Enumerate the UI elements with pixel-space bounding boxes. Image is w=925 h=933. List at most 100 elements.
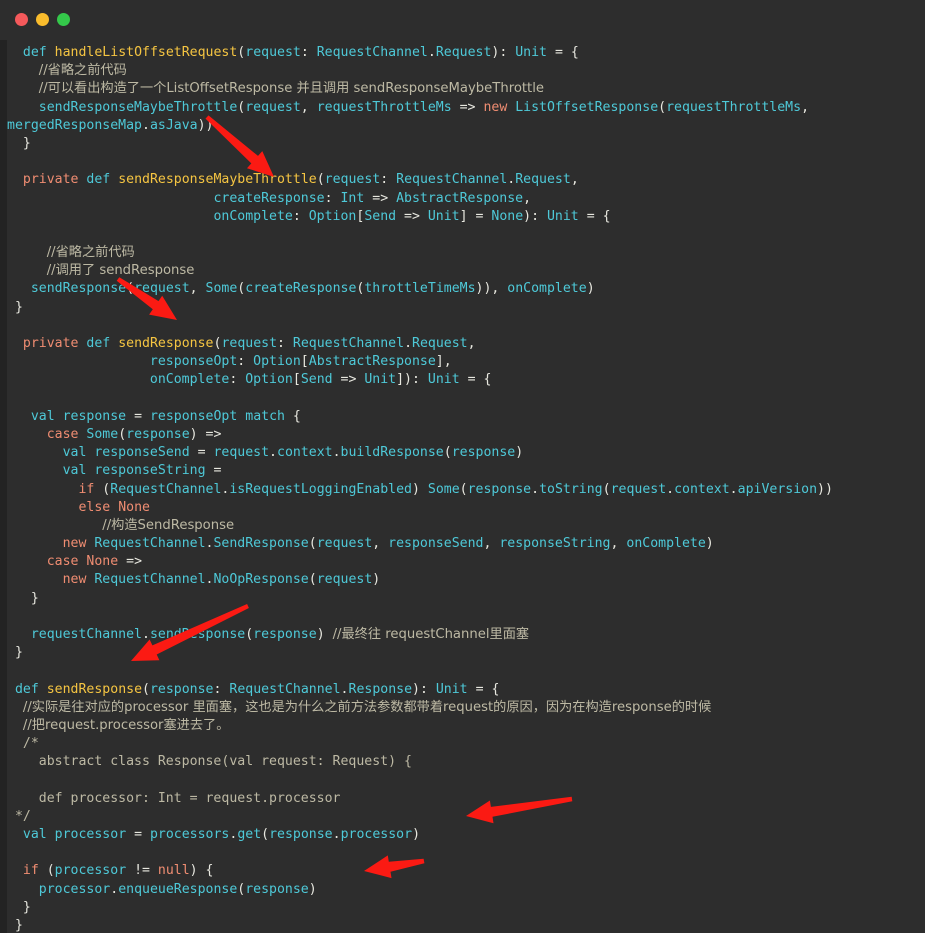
code-token: ListOffsetResponse xyxy=(515,99,659,115)
code-token: private xyxy=(22,336,79,351)
code-token: apiVersion xyxy=(737,481,818,497)
code-token: new xyxy=(62,536,87,552)
code-token: ): xyxy=(523,208,547,224)
code-token: processor xyxy=(54,827,127,843)
code-token: } xyxy=(30,590,39,606)
code-token: ( xyxy=(658,99,667,115)
code-token: Unit xyxy=(435,681,468,697)
code-token: ( xyxy=(126,281,135,297)
code-token: . xyxy=(141,627,150,642)
code-token: Request xyxy=(412,336,468,351)
code-token: } xyxy=(22,135,31,151)
code-token: requestChannel xyxy=(30,627,142,642)
code-token: ): xyxy=(412,681,436,697)
code-line: //省略之前代码 xyxy=(7,244,925,262)
maximize-icon[interactable] xyxy=(57,13,70,26)
code-token: None xyxy=(86,554,119,570)
window-titlebar[interactable] xyxy=(0,0,925,40)
code-token: Unit xyxy=(546,208,579,224)
code-token: createResponse xyxy=(213,190,325,206)
code-token: ) xyxy=(705,536,714,552)
code-token: new xyxy=(62,572,87,588)
code-token: AbstractResponse xyxy=(308,354,436,370)
code-token: : xyxy=(213,681,230,697)
code-line: sendResponse(request, Some(createRespons… xyxy=(7,280,925,298)
code-token: Response xyxy=(348,681,413,697)
code-token: case xyxy=(46,554,79,570)
code-token: requestThrottleMs xyxy=(316,99,452,115)
code-line: //调用了 sendResponse xyxy=(7,262,925,280)
code-token: abstract class Response(val request: Req… xyxy=(38,754,412,770)
code-line: onComplete: Option[Send => Unit]): Unit … xyxy=(7,371,925,389)
code-token: case xyxy=(46,426,79,442)
code-token: //实际是往对应的processor 里面塞，这也是为什么之前方法参数都带着re… xyxy=(22,699,712,715)
code-token: ( xyxy=(308,572,317,588)
code-line: else None xyxy=(7,499,925,517)
code-token: => xyxy=(364,190,397,206)
code-token: val xyxy=(62,463,87,479)
code-token: = xyxy=(126,827,150,843)
code-token: Some xyxy=(205,281,238,297)
code-token: ] = xyxy=(459,208,492,224)
code-token: , xyxy=(467,336,476,351)
code-line: } xyxy=(7,917,925,933)
code-token: ]): xyxy=(396,372,428,388)
code-token: [ xyxy=(292,372,301,388)
code-line: createResponse: Int => AbstractResponse, xyxy=(7,190,925,208)
code-token: Unit xyxy=(427,372,460,388)
code-block[interactable]: def handleListOffsetRequest(request: Req… xyxy=(7,44,925,933)
code-token: processor xyxy=(38,881,111,897)
code-token: response xyxy=(451,445,516,461)
code-token: ( xyxy=(308,536,317,552)
code-token: */ xyxy=(14,808,31,824)
code-token: SendResponse xyxy=(213,536,309,552)
code-line: val responseString = xyxy=(7,462,925,480)
code-line: mergedResponseMap.asJava)) xyxy=(7,117,925,135)
code-token: = { xyxy=(459,372,492,388)
code-line: sendResponseMaybeThrottle (request, reque… xyxy=(7,99,925,117)
code-line: val processor = processors.get(response.… xyxy=(7,826,925,844)
code-token: , xyxy=(570,172,579,188)
code-token: . xyxy=(340,681,349,697)
code-token: ( xyxy=(142,681,150,697)
code-token: //可以看出构造了一个ListOffsetResponse 并且调用 sendR… xyxy=(38,81,545,97)
code-token: response xyxy=(126,426,190,442)
code-token: toString xyxy=(539,481,603,497)
code-token: Send xyxy=(364,208,397,224)
code-token: Option xyxy=(253,354,301,370)
code-line: private def sendResponse(request: Reques… xyxy=(7,335,925,353)
code-token: //把request.processor塞进去了。 xyxy=(22,717,230,733)
code-token: : xyxy=(324,190,341,206)
code-token: def xyxy=(86,172,111,188)
code-token: , xyxy=(483,536,500,552)
code-token: => xyxy=(451,99,484,115)
code-token: . xyxy=(141,117,150,133)
code-token: responseSend xyxy=(94,445,190,461)
code-token: //构造SendResponse xyxy=(102,517,235,533)
code-token: ): xyxy=(491,45,516,60)
code-token: def xyxy=(14,681,39,697)
code-token: RequestChannel xyxy=(94,572,206,588)
code-token: : xyxy=(277,336,293,351)
code-token: = { xyxy=(578,208,611,224)
code-token: . xyxy=(110,881,119,897)
minimize-icon[interactable] xyxy=(36,13,49,26)
code-token: None xyxy=(118,499,150,515)
code-token: response xyxy=(467,481,532,497)
code-token: = xyxy=(205,463,222,479)
code-token: val xyxy=(30,408,55,424)
code-token: sendResponse xyxy=(149,627,246,642)
code-token: val xyxy=(62,445,87,461)
code-token: : xyxy=(292,208,309,224)
code-token: val xyxy=(22,827,47,843)
code-token: //省略之前代码 xyxy=(46,245,135,261)
code-token: : xyxy=(229,372,246,388)
code-line: def handleListOffsetRequest(request: Req… xyxy=(7,44,925,62)
code-token: None xyxy=(491,208,524,224)
code-line: } xyxy=(7,299,925,317)
close-icon[interactable] xyxy=(15,13,28,26)
